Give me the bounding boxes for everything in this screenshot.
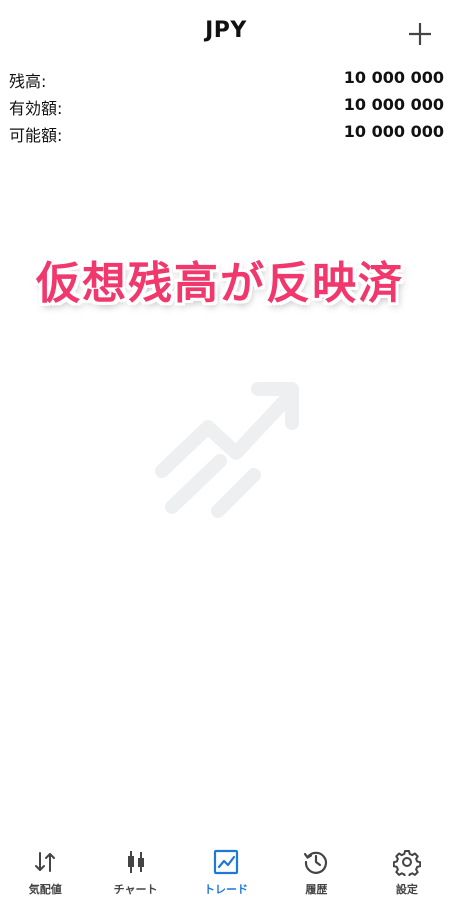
- plus-icon[interactable]: [406, 20, 434, 48]
- balance-value: 10 000 000: [343, 68, 444, 87]
- equity-row: 有効額: 10 000 000: [0, 93, 452, 120]
- trend-arrow-icon: [155, 382, 299, 518]
- tab-quotes-label: 気配値: [28, 883, 62, 896]
- annotation-caption: 仮想残高が反映済: [36, 258, 404, 309]
- bottom-tab-bar: 気配値 チャート トレード 履歴 設定: [0, 836, 452, 906]
- quotes-arrows-icon: [35, 852, 56, 872]
- free-margin-value: 10 000 000: [343, 122, 444, 141]
- tab-trade-label: トレード: [204, 883, 249, 896]
- account-summary: 残高: 10 000 000 有効額: 10 000 000 可能額: 10 0…: [0, 66, 452, 147]
- free-margin-label: 可能額:: [9, 126, 63, 145]
- tab-trade[interactable]: トレード: [181, 836, 271, 906]
- equity-label: 有効額:: [9, 99, 63, 118]
- tab-chart-label: チャート: [113, 883, 158, 896]
- tab-chart[interactable]: チャート: [90, 836, 180, 906]
- tab-quotes[interactable]: 気配値: [0, 836, 90, 906]
- history-icon: [304, 851, 328, 874]
- trade-chart-icon: [213, 849, 239, 875]
- tab-settings-label: 設定: [395, 883, 418, 896]
- tab-history-label: 履歴: [305, 883, 328, 896]
- tab-settings[interactable]: 設定: [362, 836, 452, 906]
- free-margin-row: 可能額: 10 000 000: [0, 120, 452, 147]
- balance-label: 残高:: [9, 72, 47, 91]
- gear-icon: [392, 850, 421, 876]
- balance-row: 残高: 10 000 000: [0, 66, 452, 93]
- header: JPY: [0, 0, 452, 66]
- trade-screen: JPY 残高: 10 000 000 有効額: 10 000 000 可能額: …: [0, 0, 452, 906]
- page-title: JPY: [205, 18, 247, 43]
- equity-value: 10 000 000: [343, 95, 444, 114]
- candlestick-icon: [127, 851, 144, 873]
- tab-history[interactable]: 履歴: [271, 836, 361, 906]
